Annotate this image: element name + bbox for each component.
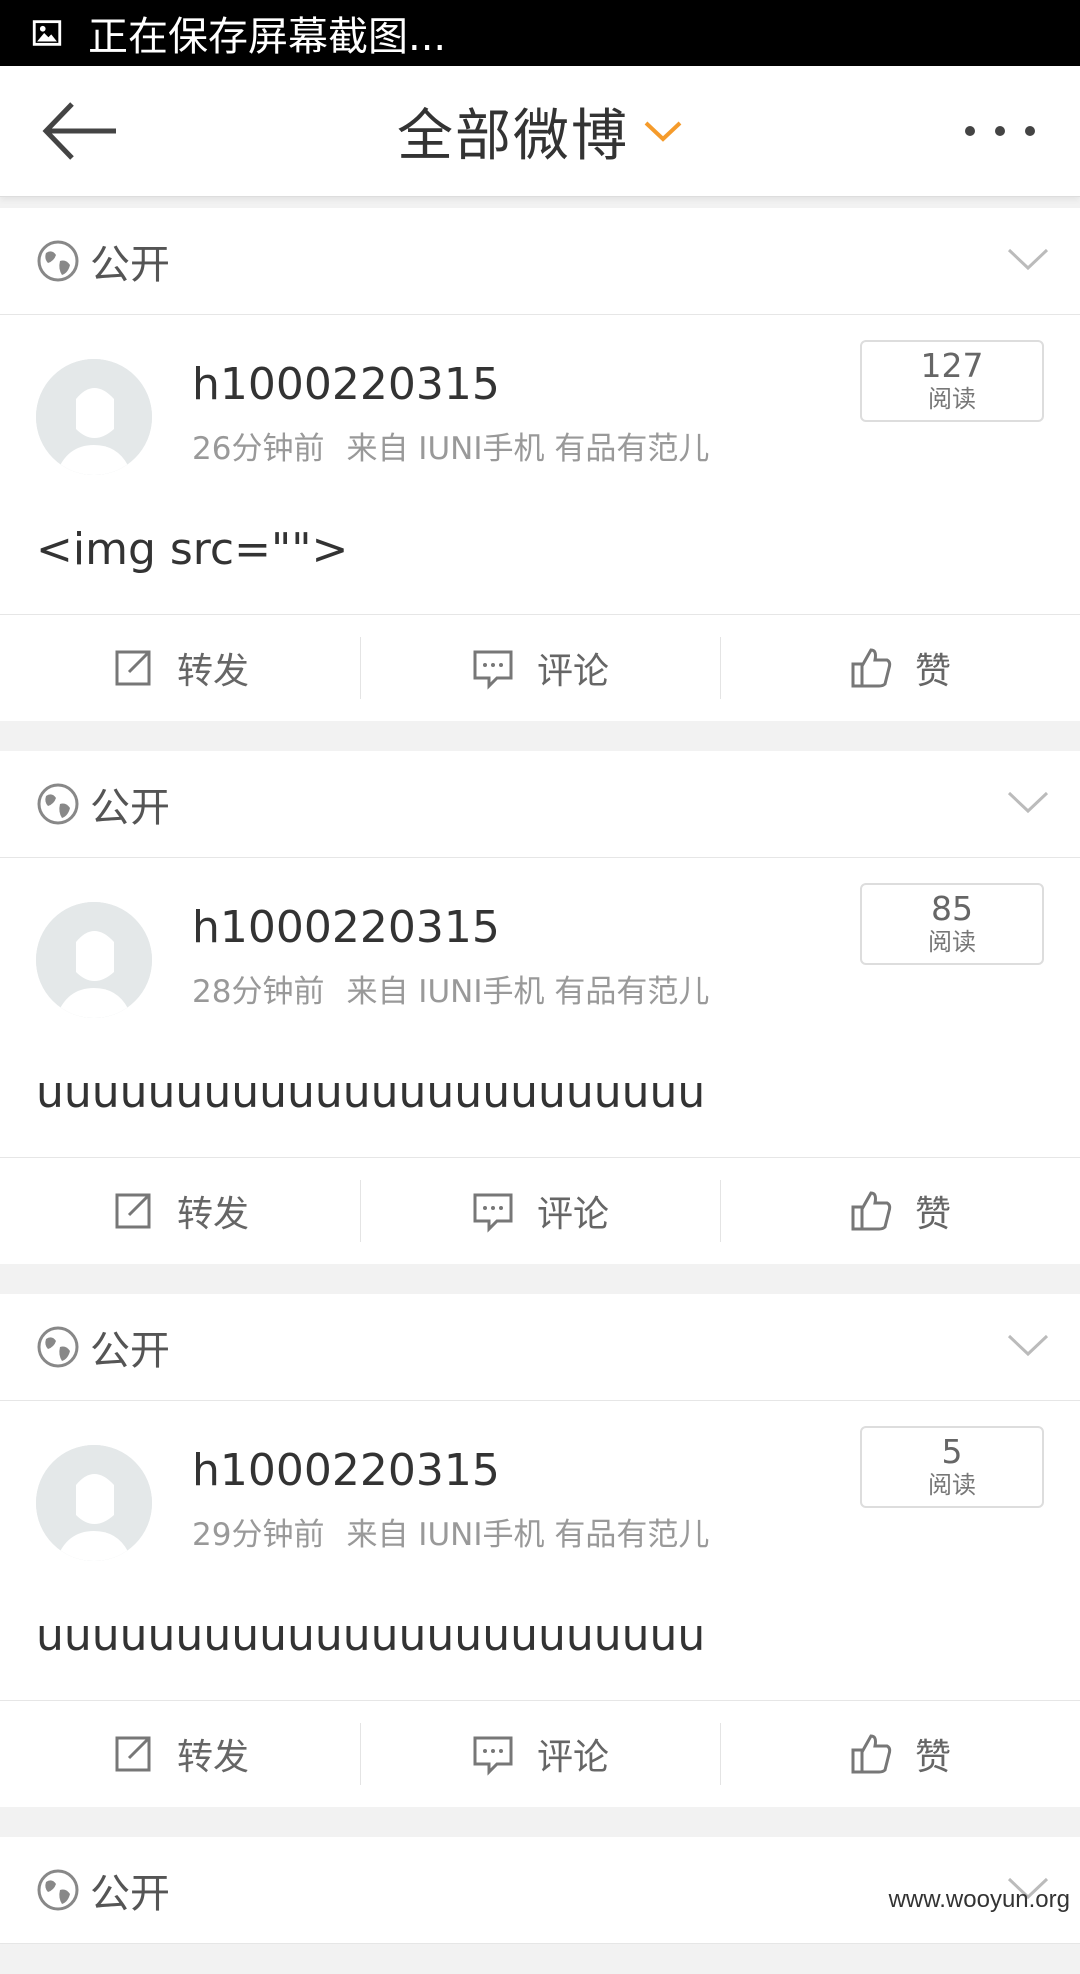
- globe-icon: [37, 1869, 79, 1911]
- globe-icon: [37, 783, 79, 825]
- status-text: 正在保存屏幕截图...: [88, 14, 447, 60]
- username[interactable]: h1000220315: [192, 359, 500, 410]
- post-content[interactable]: uuuuuuuuuuuuuuuuuuuuuuuu: [0, 1571, 1080, 1701]
- repost-icon: [115, 1193, 151, 1229]
- post-time: 26分钟前: [192, 431, 325, 467]
- repost-button[interactable]: 转发: [0, 615, 360, 721]
- chevron-down-icon[interactable]: [1006, 789, 1050, 815]
- visibility-row[interactable]: 公开: [0, 1294, 1080, 1401]
- repost-button[interactable]: 转发: [0, 1158, 360, 1264]
- page-title[interactable]: 全部微博: [397, 91, 629, 172]
- feed: 公开 h1000220315 26分钟前 来自 IUNI手机 有品有范儿 127 …: [0, 208, 1080, 1974]
- more-options-icon[interactable]: [960, 111, 1040, 151]
- visibility-label: 公开: [90, 1328, 170, 1374]
- avatar[interactable]: [36, 902, 152, 1018]
- like-button[interactable]: 赞: [720, 1158, 1080, 1264]
- visibility-label: 公开: [90, 242, 170, 288]
- visibility-label: 公开: [90, 1871, 170, 1917]
- visibility-row[interactable]: 公开: [0, 751, 1080, 858]
- avatar[interactable]: [36, 359, 152, 475]
- repost-button[interactable]: 转发: [0, 1701, 360, 1807]
- chevron-down-icon[interactable]: [1006, 246, 1050, 272]
- comment-button[interactable]: 评论: [360, 615, 720, 721]
- repost-icon: [115, 1736, 151, 1772]
- action-bar: 转发 评论 赞: [0, 615, 1080, 721]
- repost-label: 转发: [176, 1737, 249, 1778]
- like-label: 赞: [914, 1194, 951, 1235]
- post-header: h1000220315 29分钟前 来自 IUNI手机 有品有范儿 5 阅读: [0, 1401, 1080, 1571]
- post-card: 公开 h1000220315 28分钟前 来自 IUNI手机 有品有范儿 85 阅…: [0, 751, 1080, 1264]
- post-meta: 28分钟前 来自 IUNI手机 有品有范儿: [192, 966, 709, 1011]
- chevron-down-icon[interactable]: [643, 119, 683, 143]
- read-count: 127: [920, 346, 984, 385]
- read-label: 阅读: [928, 928, 976, 956]
- post-content[interactable]: <img src="">: [0, 485, 1080, 615]
- post-time: 29分钟前: [192, 1517, 325, 1553]
- post-source: 来自 IUNI手机 有品有范儿: [346, 1517, 710, 1553]
- visibility-row[interactable]: 公开: [0, 208, 1080, 315]
- post-meta: 26分钟前 来自 IUNI手机 有品有范儿: [192, 423, 709, 468]
- read-count: 85: [931, 889, 973, 928]
- post-meta: 29分钟前 来自 IUNI手机 有品有范儿: [192, 1509, 709, 1554]
- post-header: h1000220315 26分钟前 来自 IUNI手机 有品有范儿 127 阅读: [0, 315, 1080, 485]
- like-button[interactable]: 赞: [720, 1701, 1080, 1807]
- username[interactable]: h1000220315: [192, 902, 500, 953]
- repost-label: 转发: [176, 651, 249, 692]
- repost-icon: [115, 650, 151, 686]
- read-label: 阅读: [928, 1471, 976, 1499]
- post-card: 公开 h1000220315 26分钟前 来自 IUNI手机 有品有范儿 127 …: [0, 208, 1080, 721]
- read-label: 阅读: [928, 385, 976, 413]
- comment-label: 评论: [536, 1737, 609, 1778]
- chevron-down-icon[interactable]: [1006, 1332, 1050, 1358]
- comment-label: 评论: [536, 651, 609, 692]
- thumbs-up-icon: [851, 1734, 892, 1774]
- avatar[interactable]: [36, 1445, 152, 1561]
- action-bar: 转发 评论 赞: [0, 1158, 1080, 1264]
- like-label: 赞: [914, 1737, 951, 1778]
- post-content[interactable]: uuuuuuuuuuuuuuuuuuuuuuuu: [0, 1028, 1080, 1158]
- username[interactable]: h1000220315: [192, 1445, 500, 1496]
- post-header: h1000220315 28分钟前 来自 IUNI手机 有品有范儿 85 阅读: [0, 858, 1080, 1028]
- globe-icon: [37, 1326, 79, 1368]
- thumbs-up-icon: [851, 648, 892, 688]
- comment-button[interactable]: 评论: [360, 1158, 720, 1264]
- read-count-badge: 5 阅读: [860, 1426, 1044, 1508]
- post-source: 来自 IUNI手机 有品有范儿: [346, 974, 710, 1010]
- back-arrow-icon[interactable]: [40, 96, 120, 166]
- comment-button[interactable]: 评论: [360, 1701, 720, 1807]
- like-button[interactable]: 赞: [720, 615, 1080, 721]
- post-time: 28分钟前: [192, 974, 325, 1010]
- post-source: 来自 IUNI手机 有品有范儿: [346, 431, 710, 467]
- like-label: 赞: [914, 651, 951, 692]
- post-card: 公开 h1000220315 29分钟前 来自 IUNI手机 有品有范儿 5 阅读: [0, 1294, 1080, 1807]
- comment-label: 评论: [536, 1194, 609, 1235]
- comment-icon: [473, 1736, 513, 1776]
- image-icon: [32, 20, 62, 46]
- read-count-badge: 127 阅读: [860, 340, 1044, 422]
- thumbs-up-icon: [851, 1191, 892, 1231]
- globe-icon: [37, 240, 79, 282]
- read-count-badge: 85 阅读: [860, 883, 1044, 965]
- read-count: 5: [941, 1432, 963, 1471]
- title-bar: 全部微博: [0, 66, 1080, 197]
- comment-icon: [473, 650, 513, 690]
- status-bar: 正在保存屏幕截图...: [0, 0, 1080, 66]
- watermark: www.wooyun.org: [888, 1886, 1070, 1913]
- comment-icon: [473, 1193, 513, 1233]
- repost-label: 转发: [176, 1194, 249, 1235]
- visibility-label: 公开: [90, 785, 170, 831]
- action-bar: 转发 评论 赞: [0, 1701, 1080, 1807]
